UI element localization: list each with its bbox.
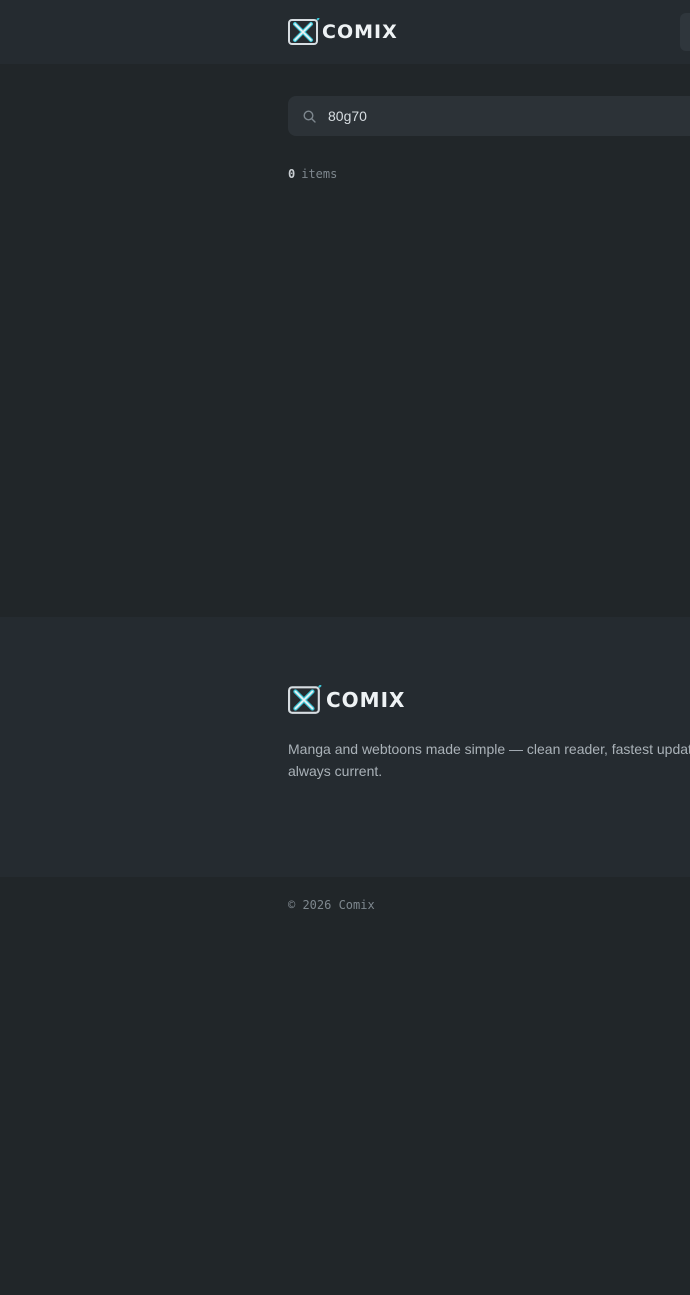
footer-logo-link[interactable]: COMIX xyxy=(288,685,405,715)
results-count-number: 0 xyxy=(288,167,296,181)
top-header: COMIX xyxy=(0,0,690,64)
copyright-text: © 2026 Comix xyxy=(288,898,375,912)
header-menu-button[interactable] xyxy=(680,13,690,51)
footer-tagline-line: always current. xyxy=(288,763,383,779)
search-bar xyxy=(288,96,690,136)
header-logo-text: COMIX xyxy=(322,21,398,43)
comix-logo-icon xyxy=(288,685,322,714)
footer-tagline-line: Manga and webtoons made simple — clean r… xyxy=(288,741,690,757)
results-count: 0 items xyxy=(288,167,337,181)
search-icon xyxy=(303,110,316,123)
footer-logo-text: COMIX xyxy=(326,688,406,712)
comix-logo-icon xyxy=(288,18,320,45)
footer: COMIX Manga and webtoons made simple — c… xyxy=(0,617,690,877)
header-logo-link[interactable]: COMIX xyxy=(288,18,398,46)
search-input[interactable] xyxy=(328,96,668,136)
results-count-label: items xyxy=(301,167,338,181)
footer-tagline: Manga and webtoons made simple — clean r… xyxy=(288,738,690,782)
